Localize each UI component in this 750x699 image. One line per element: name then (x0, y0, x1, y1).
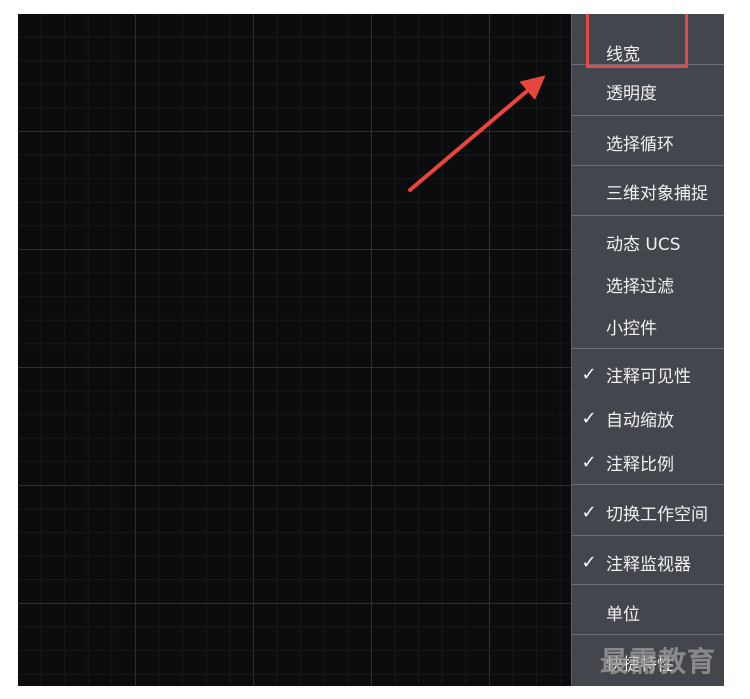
menu-item-3d-object-snap[interactable]: 三维对象捕捉 (572, 171, 724, 211)
menu-separator (572, 348, 724, 349)
menu-item-label: 自动缩放 (606, 410, 674, 431)
menu-item-label: 选择循环 (606, 134, 674, 155)
menu-item-label: 小控件 (606, 318, 657, 339)
menu-separator (572, 584, 724, 585)
check-icon: ✓ (581, 501, 597, 523)
menu-separator (572, 115, 724, 116)
menu-item-auto-scale[interactable]: ✓ 自动缩放 (572, 398, 724, 438)
check-icon: ✓ (581, 363, 597, 385)
menu-separator (572, 165, 724, 166)
status-bar-customization-menu: 线宽 透明度 选择循环 三维对象捕捉 动态 UCS 选择过滤 小控件 ✓ 注释可… (571, 14, 724, 686)
menu-separator (572, 535, 724, 536)
menu-item-annotation-visibility[interactable]: ✓ 注释可见性 (572, 354, 724, 394)
menu-item-label: 注释监视器 (606, 554, 691, 575)
menu-separator (572, 215, 724, 216)
menu-separator (572, 484, 724, 485)
check-icon: ✓ (581, 451, 597, 473)
menu-item-units[interactable]: 单位 (572, 592, 724, 632)
menu-item-label: 切换工作空间 (606, 504, 708, 525)
menu-item-annotation-scale[interactable]: ✓ 注释比例 (572, 442, 724, 482)
menu-separator (572, 634, 724, 635)
menu-item-label: 选择过滤 (606, 276, 674, 297)
check-icon: ✓ (581, 407, 597, 429)
menu-item-gizmo[interactable]: 小控件 (572, 306, 724, 346)
menu-item-label: 三维对象捕捉 (606, 183, 708, 204)
menu-item-switch-workspace[interactable]: ✓ 切换工作空间 (572, 492, 724, 532)
menu-item-label: 单位 (606, 604, 640, 625)
menu-item-transparency[interactable]: 透明度 (572, 71, 724, 111)
menu-item-label: 注释可见性 (606, 366, 691, 387)
menu-item-label: 动态 UCS (606, 234, 681, 255)
menu-item-dynamic-ucs[interactable]: 动态 UCS (572, 222, 724, 262)
menu-item-selection-cycling[interactable]: 选择循环 (572, 122, 724, 162)
highlight-box (586, 14, 688, 68)
menu-item-selection-filter[interactable]: 选择过滤 (572, 264, 724, 304)
menu-item-annotation-monitor[interactable]: ✓ 注释监视器 (572, 542, 724, 582)
check-icon: ✓ (581, 551, 597, 573)
menu-item-label: 透明度 (606, 83, 657, 104)
watermark-text: 最需教育 (600, 645, 717, 678)
menu-item-label: 注释比例 (606, 454, 674, 475)
